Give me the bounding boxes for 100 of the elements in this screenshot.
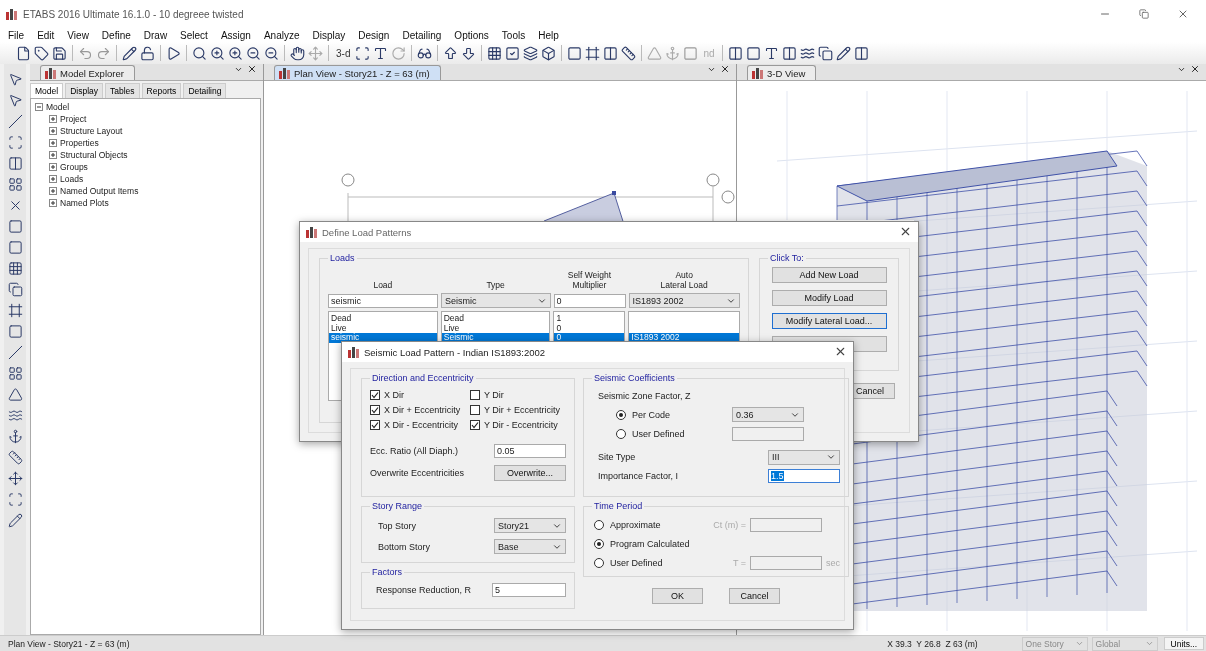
frame-icon[interactable] xyxy=(7,303,23,318)
expander-icon[interactable] xyxy=(49,199,57,207)
dialog-button[interactable]: Cancel xyxy=(729,588,780,604)
explorer-tab[interactable]: Reports xyxy=(141,83,182,98)
overwrite-button[interactable]: Overwrite... xyxy=(494,465,566,481)
zoom-icon[interactable] xyxy=(192,45,207,61)
scan-icon[interactable] xyxy=(7,135,23,150)
checkbox[interactable] xyxy=(470,390,480,400)
radio-button[interactable] xyxy=(616,428,626,439)
grid-icon[interactable] xyxy=(487,45,503,61)
columns-icon[interactable] xyxy=(603,45,619,61)
dialog-button[interactable]: Modify Lateral Load... xyxy=(771,313,887,329)
tree-item[interactable]: Structure Layout xyxy=(60,126,123,136)
checkbox[interactable] xyxy=(470,420,480,430)
up-arrow-icon[interactable] xyxy=(443,45,459,61)
menu-item[interactable]: Display xyxy=(312,29,346,41)
expander-icon[interactable] xyxy=(49,139,57,147)
story-dropdown[interactable]: Base xyxy=(494,539,566,554)
load-name-field[interactable]: seismic xyxy=(328,293,438,308)
tree-item[interactable]: Model xyxy=(46,102,70,112)
list-item[interactable]: 0 xyxy=(554,323,625,333)
panel-tab[interactable]: Model Explorer xyxy=(40,65,135,80)
anchor-icon[interactable] xyxy=(7,429,23,444)
grid-icon[interactable] xyxy=(7,366,23,381)
explorer-tab[interactable]: Display xyxy=(65,83,104,98)
view-tab[interactable]: 3-D View xyxy=(747,65,817,80)
radio-button[interactable] xyxy=(594,519,604,530)
tag-icon[interactable] xyxy=(34,45,49,61)
scan-icon[interactable] xyxy=(355,45,371,61)
square-icon[interactable] xyxy=(7,219,23,234)
redo-icon[interactable] xyxy=(96,45,111,61)
zoom-in-icon[interactable] xyxy=(210,45,225,61)
menu-item[interactable]: Analyze xyxy=(263,29,300,41)
explorer-tab[interactable]: Tables xyxy=(105,83,140,98)
square-icon[interactable] xyxy=(745,45,761,61)
menu-item[interactable]: Edit xyxy=(37,29,55,41)
checkbox[interactable] xyxy=(470,405,480,415)
dialog-button[interactable]: Add New Load xyxy=(771,267,887,283)
ruler-icon[interactable] xyxy=(7,450,23,465)
expander-icon[interactable] xyxy=(49,187,57,195)
checkbox[interactable] xyxy=(370,390,380,400)
list-item[interactable]: Dead xyxy=(329,314,437,324)
importance-field[interactable]: 1.5 xyxy=(768,469,840,483)
menu-item[interactable]: Define xyxy=(101,29,131,41)
pencil-icon[interactable] xyxy=(835,45,851,61)
tree-item[interactable]: Named Output Items xyxy=(60,186,139,196)
pointer-icon[interactable] xyxy=(7,93,23,108)
text-icon[interactable] xyxy=(763,45,779,61)
grid-icon[interactable] xyxy=(7,177,23,192)
copy-icon[interactable] xyxy=(7,282,23,297)
zoom-in-icon[interactable] xyxy=(228,45,243,61)
tree-item[interactable]: Named Plots xyxy=(60,198,109,208)
unlock-icon[interactable] xyxy=(140,45,155,61)
pointer-icon[interactable] xyxy=(7,72,23,87)
expander-icon[interactable] xyxy=(49,127,57,135)
play-icon[interactable] xyxy=(166,45,181,61)
down-arrow-icon[interactable] xyxy=(461,45,477,61)
explorer-tab[interactable]: Model xyxy=(30,83,64,98)
story-dropdown[interactable]: Story21 xyxy=(494,518,566,533)
view-tab[interactable]: Plan View - Story21 - Z = 63 (m) xyxy=(274,65,441,80)
dialog-button[interactable]: Modify Load xyxy=(771,290,887,306)
checkbox[interactable] xyxy=(370,420,380,430)
list-item[interactable]: Live xyxy=(329,323,437,333)
units-button[interactable]: Units... xyxy=(1163,637,1204,650)
menu-item[interactable]: File xyxy=(8,29,25,41)
scan-icon[interactable] xyxy=(7,492,23,507)
columns-icon[interactable] xyxy=(853,45,869,61)
wave-icon[interactable] xyxy=(7,408,23,423)
menu-item[interactable]: Assign xyxy=(220,29,251,41)
ruler-icon[interactable] xyxy=(621,45,637,61)
checkbox[interactable] xyxy=(370,405,380,415)
radio-button[interactable] xyxy=(616,409,626,420)
multiplier-field[interactable]: 0 xyxy=(553,293,626,308)
text-icon[interactable] xyxy=(373,45,389,61)
frame-icon[interactable] xyxy=(585,45,601,61)
grid-icon[interactable] xyxy=(7,261,23,276)
columns-icon[interactable] xyxy=(7,156,23,171)
cube-icon[interactable] xyxy=(541,45,557,61)
pencil-icon[interactable] xyxy=(122,45,137,61)
ratio-field[interactable]: 0.05 xyxy=(494,444,566,458)
period-field[interactable] xyxy=(750,517,822,532)
menu-item[interactable]: Options xyxy=(454,29,489,41)
type-dropdown[interactable]: Seismic xyxy=(441,293,551,308)
factor-field[interactable]: 5 xyxy=(492,583,566,597)
zone-factor-dropdown[interactable]: 0.36 xyxy=(732,407,804,422)
dialog-button[interactable]: OK xyxy=(652,588,703,604)
toolbar-button[interactable]: 3-d xyxy=(334,47,353,59)
list-item[interactable]: Live xyxy=(441,323,550,333)
menu-item[interactable]: Help xyxy=(538,29,559,41)
zoom-out-icon[interactable] xyxy=(264,45,279,61)
explorer-tab[interactable]: Detailing xyxy=(183,83,227,98)
tree-item[interactable]: Loads xyxy=(60,174,84,184)
columns-icon[interactable] xyxy=(727,45,743,61)
hand-icon[interactable] xyxy=(290,45,305,61)
tree-item[interactable]: Structural Objects xyxy=(60,150,128,160)
list-item[interactable]: 1 xyxy=(554,314,625,324)
radio-button[interactable] xyxy=(594,538,604,549)
expander-icon[interactable] xyxy=(49,151,57,159)
expander-icon[interactable] xyxy=(35,103,43,111)
square-icon[interactable] xyxy=(7,240,23,255)
